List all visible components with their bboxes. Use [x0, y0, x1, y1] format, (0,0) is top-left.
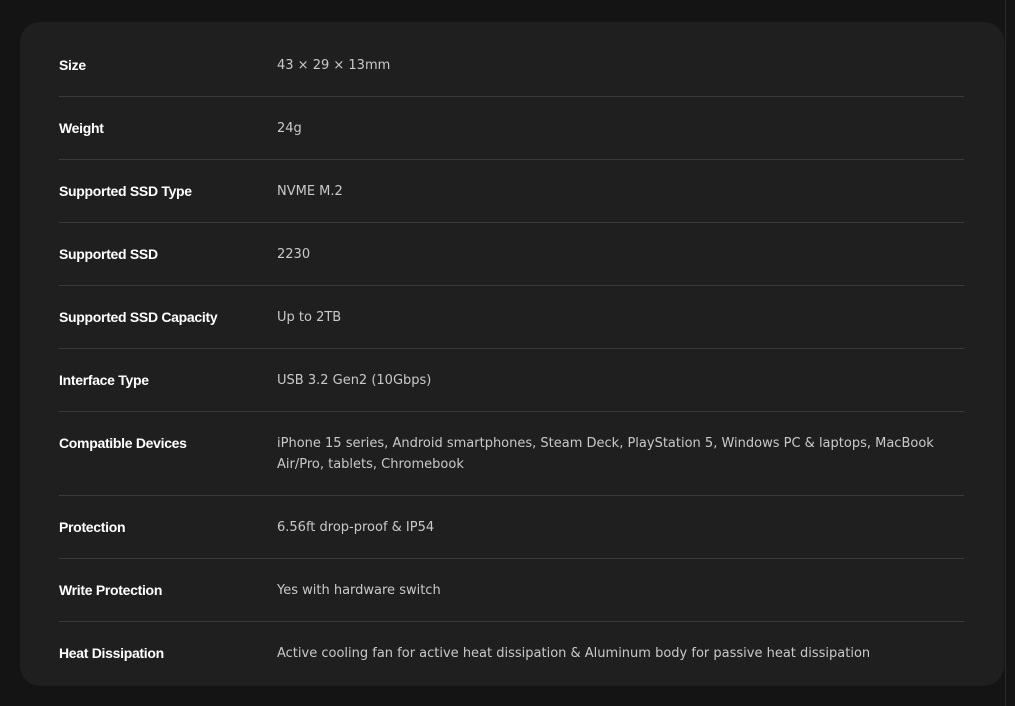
- spec-value: NVME M.2: [277, 184, 343, 199]
- spec-label: Protection: [59, 519, 126, 535]
- spec-value: 24g: [277, 121, 302, 136]
- spec-value: 6.56ft drop-proof & IP54: [277, 520, 435, 535]
- spec-row-ssd-capacity: Supported SSD Capacity Up to 2TB: [59, 286, 964, 349]
- spec-row-write-protection: Write Protection Yes with hardware switc…: [59, 559, 964, 622]
- spec-card: Size 43 × 29 × 13mm Weight 24g Supported…: [20, 22, 1004, 686]
- spec-row-heat-dissipation: Heat Dissipation Active cooling fan for …: [59, 622, 964, 684]
- spec-value: Yes with hardware switch: [277, 583, 441, 598]
- spec-label: Weight: [59, 120, 104, 136]
- spec-label: Size: [59, 57, 86, 73]
- spec-row-interface-type: Interface Type USB 3.2 Gen2 (10Gbps): [59, 349, 964, 412]
- spec-value: Up to 2TB: [277, 310, 342, 325]
- spec-label: Interface Type: [59, 372, 149, 388]
- spec-value: 2230: [277, 247, 311, 262]
- spec-label: Write Protection: [59, 582, 163, 598]
- spec-table: Size 43 × 29 × 13mm Weight 24g Supported…: [59, 34, 964, 684]
- spec-row-ssd: Supported SSD 2230: [59, 223, 964, 286]
- spec-row-compatible-devices: Compatible Devices iPhone 15 series, And…: [59, 412, 964, 496]
- spec-label: Supported SSD: [59, 246, 158, 262]
- spec-row-weight: Weight 24g: [59, 97, 964, 160]
- spec-label: Heat Dissipation: [59, 645, 164, 661]
- spec-label: Supported SSD Capacity: [59, 309, 218, 325]
- spec-value: USB 3.2 Gen2 (10Gbps): [277, 373, 432, 388]
- spec-value: iPhone 15 series, Android smartphones, S…: [277, 436, 934, 472]
- spec-row-size: Size 43 × 29 × 13mm: [59, 34, 964, 97]
- spec-label: Compatible Devices: [59, 435, 187, 451]
- spec-label: Supported SSD Type: [59, 183, 192, 199]
- spec-row-protection: Protection 6.56ft drop-proof & IP54: [59, 496, 964, 559]
- page-edge-divider: [1005, 0, 1015, 706]
- spec-value: 43 × 29 × 13mm: [277, 58, 391, 73]
- spec-value: Active cooling fan for active heat dissi…: [277, 646, 871, 661]
- spec-row-ssd-type: Supported SSD Type NVME M.2: [59, 160, 964, 223]
